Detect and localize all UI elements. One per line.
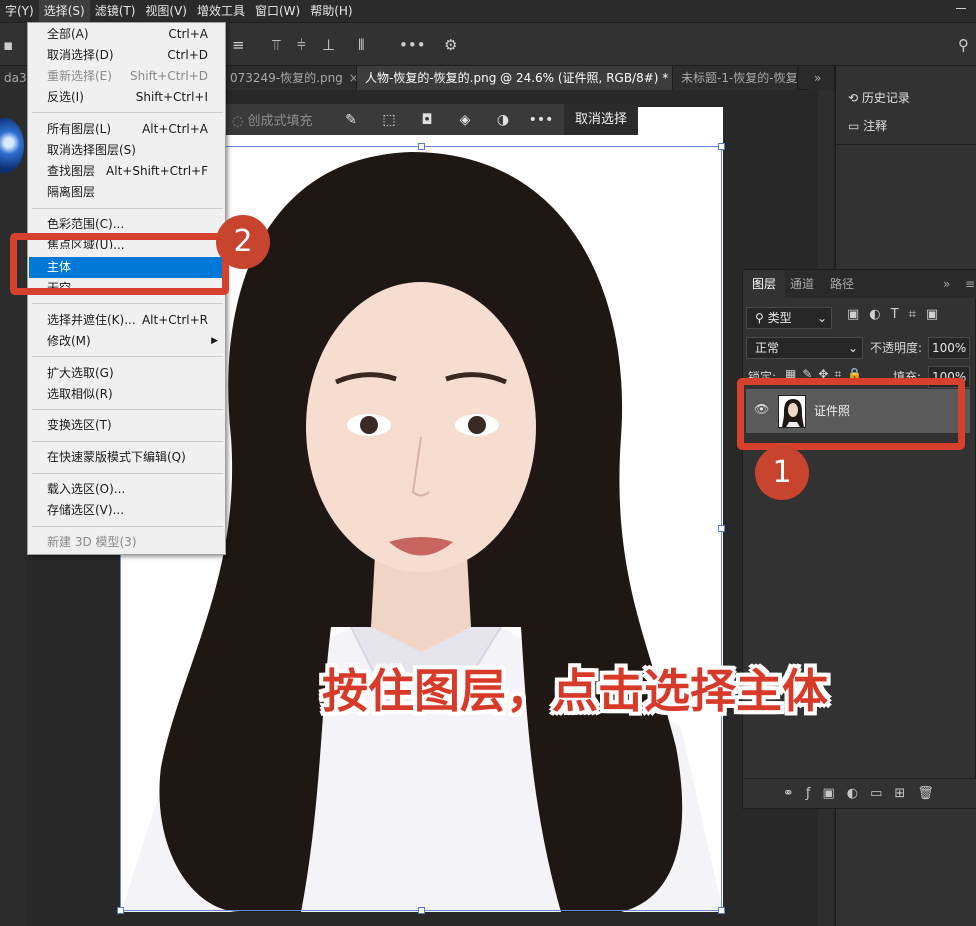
menu-item-deselect[interactable]: 取消选择(D) Ctrl+D	[29, 45, 224, 66]
annotation-caption: 按住图层，点击选择主体	[322, 664, 828, 718]
layers-bottom-bar: ⚭ƒ▣◐▭⊞🗑	[743, 778, 976, 808]
layers-panel: 图层 通道 路径 » ≡ ⚲ 类型 ⌄ ▣◐T⌗▣ 正常 ⌄ 不透明度: 100% …	[742, 269, 976, 809]
tabs-overflow-icon[interactable]: »	[808, 66, 835, 90]
menu-item-reselect: 重新选择(E) Shift+Ctrl+D	[47, 69, 208, 83]
gear-icon[interactable]: ⚙	[444, 36, 457, 54]
menu-item-new-3d-model: 新建 3D 模型(3)	[47, 535, 137, 549]
distribute-icon[interactable]: ⦀	[358, 36, 365, 54]
menu-window[interactable]: 窗口(W)	[250, 0, 305, 22]
tab-channels[interactable]: 通道	[781, 270, 823, 298]
blend-mode-select[interactable]: 正常 ⌄	[746, 337, 863, 359]
tab-doc-4[interactable]: 未标题-1-恢复的-恢复	[673, 66, 798, 90]
layer-filter-select[interactable]: ⚲ 类型 ⌄	[746, 307, 832, 329]
menu-separator	[32, 356, 223, 357]
align-bottom-icon[interactable]: ⊥	[322, 36, 335, 54]
menu-item-grow[interactable]: 扩大选取(G)	[29, 363, 224, 384]
menu-separator	[32, 441, 223, 442]
tools-panel	[0, 90, 27, 926]
menu-plugins[interactable]: 增效工具	[192, 0, 250, 22]
panel-menu-icon[interactable]: ≡	[961, 270, 976, 298]
menu-item-deselect-layers[interactable]: 取消选择图层(S)	[29, 140, 224, 161]
submenu-arrow-icon: ▶	[211, 336, 218, 346]
menu-item-similar[interactable]: 选取相似(R)	[29, 384, 224, 405]
search-icon[interactable]: ⚲	[958, 36, 969, 54]
generative-fill-button[interactable]: ◌ 创成式填充	[222, 110, 332, 129]
menu-filter[interactable]: 滤镜(T)	[90, 0, 141, 22]
menu-item-save-selection[interactable]: 存储选区(V)...	[29, 500, 224, 521]
fill-bucket-icon[interactable]: ◈	[446, 112, 484, 128]
menu-item-transform-selection[interactable]: 变换选区(T)	[29, 415, 224, 436]
layer-action-icons[interactable]: ⚭ƒ▣◐▭⊞🗑	[783, 786, 946, 801]
menu-separator	[32, 208, 223, 209]
menu-item-color-range[interactable]: 色彩范围(C)...	[29, 214, 224, 235]
annotation-badge-2: 2	[216, 215, 270, 269]
menu-separator	[32, 526, 223, 527]
tab-layers[interactable]: 图层	[743, 270, 786, 298]
contextual-task-bar: ◌ 创成式填充 ✎ ⬚ ◘ ◈ ◑ ••• 取消选择	[222, 104, 638, 135]
menu-item-inverse[interactable]: 反选(I) Shift+Ctrl+I	[29, 87, 224, 108]
tab-doc-2[interactable]: 073249-恢复的.png×	[222, 66, 357, 90]
adjustment-icon[interactable]: ◑	[484, 112, 522, 128]
align-vcenter-icon[interactable]: ⫩	[297, 36, 306, 54]
more-options-icon[interactable]: •••	[399, 36, 426, 54]
search-icon: ⚲	[755, 311, 768, 325]
annotation-box-subject	[10, 233, 229, 295]
tab-paths[interactable]: 路径	[821, 270, 863, 298]
menu-select[interactable]: 选择(S)	[38, 0, 90, 22]
menu-item-quick-mask[interactable]: 在快速蒙版模式下编辑(Q)	[29, 447, 224, 468]
tab-doc-active[interactable]: 人物-恢复的-恢复的.png @ 24.6% (证件照, RGB/8#) *×	[357, 66, 673, 90]
menu-view[interactable]: 视图(V)	[140, 0, 192, 22]
notes-panel-button[interactable]: ▭ 注释	[848, 115, 887, 137]
tool-preset-icon[interactable]: ▪	[3, 36, 13, 54]
chevron-down-icon: ⌄	[816, 311, 827, 325]
photoshop-window: { "menubar": { "items": ["字(Y)", "选择(S)"…	[0, 0, 976, 926]
menu-separator	[32, 473, 223, 474]
menu-item-modify[interactable]: 修改(M) ▶	[29, 331, 224, 352]
notes-icon: ▭	[848, 119, 864, 133]
menu-separator	[32, 112, 223, 113]
chevron-down-icon: ⌄	[847, 341, 858, 355]
app-badge-icon	[0, 118, 24, 173]
opacity-label: 不透明度:	[870, 341, 923, 355]
menu-item-load-selection[interactable]: 载入选区(O)...	[29, 479, 224, 500]
transform-selection-icon[interactable]: ⬚	[370, 112, 408, 128]
menu-type[interactable]: 字(Y)	[0, 0, 39, 22]
menu-help[interactable]: 帮助(H)	[305, 0, 357, 22]
minimize-icon[interactable]	[956, 8, 966, 9]
close-icon[interactable]: ×	[349, 71, 356, 85]
annotation-badge-1: 1	[755, 446, 809, 500]
menu-item-all-layers[interactable]: 所有图层(L) Alt+Ctrl+A	[29, 119, 224, 140]
annotation-box-layer	[737, 378, 965, 450]
tab-doc-1[interactable]: da37	[0, 66, 30, 90]
layer-filter-icons[interactable]: ▣◐T⌗▣	[847, 307, 948, 322]
panel-divider	[836, 144, 976, 145]
history-icon: ⟲	[848, 91, 862, 105]
menu-item-all[interactable]: 全部(A) Ctrl+A	[29, 24, 224, 45]
menu-separator	[32, 409, 223, 410]
history-panel-button[interactable]: ⟲ 历史记录	[848, 87, 910, 109]
menu-bar: 字(Y) 选择(S) 滤镜(T) 视图(V) 增效工具 窗口(W) 帮助(H)	[0, 0, 976, 22]
layers-panel-tabs: 图层 通道 路径 » ≡	[743, 270, 976, 298]
align-top-icon[interactable]: ⫪	[272, 36, 280, 54]
menu-item-select-and-mask[interactable]: 选择并遮住(K)... Alt+Ctrl+R	[29, 310, 224, 331]
opacity-input[interactable]: 100%	[928, 337, 970, 359]
menu-item-isolate-layers[interactable]: 隔离图层	[29, 182, 224, 203]
panel-collapse-icon[interactable]: »	[939, 270, 954, 298]
deselect-button[interactable]: 取消选择	[563, 104, 638, 135]
menu-item-find-layers[interactable]: 查找图层 Alt+Shift+Ctrl+F	[29, 161, 224, 182]
mask-icon[interactable]: ◘	[408, 112, 446, 128]
brush-icon[interactable]: ✎	[332, 112, 370, 128]
menu-separator	[32, 303, 223, 304]
align-menu-icon[interactable]: ≡	[232, 36, 245, 54]
more-icon[interactable]: •••	[522, 112, 560, 128]
